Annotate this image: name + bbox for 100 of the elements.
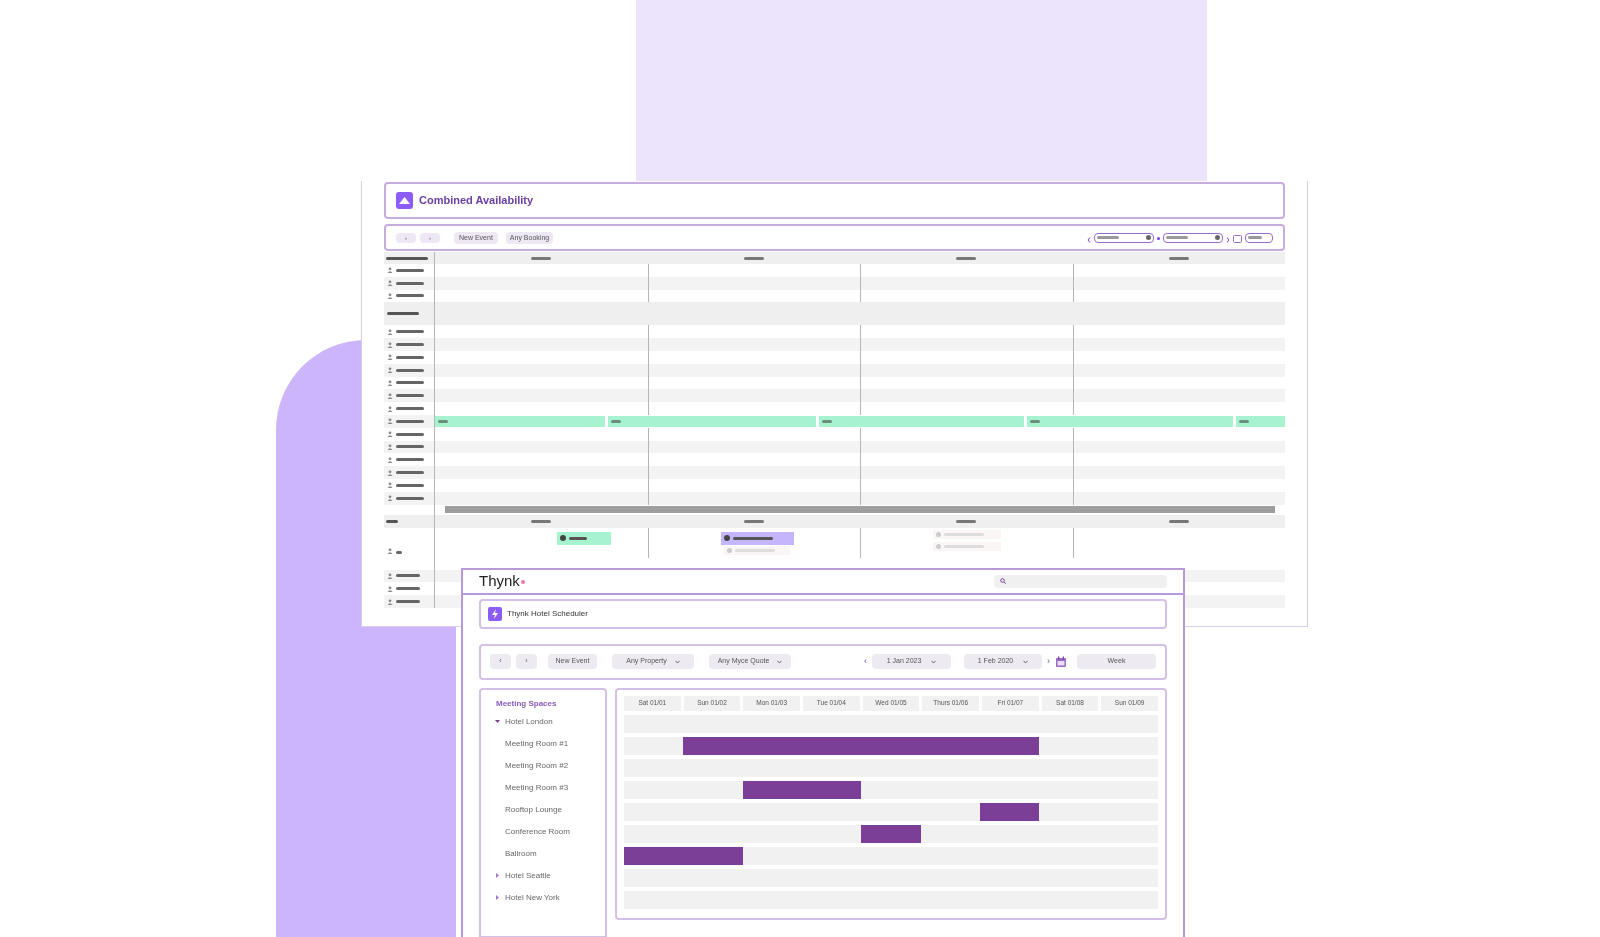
blurred-label <box>396 496 424 500</box>
tree-item[interactable]: Hotel London <box>505 715 553 728</box>
person-icon <box>387 379 393 386</box>
blurred-label <box>396 445 424 449</box>
caret-right-icon[interactable] <box>495 895 500 900</box>
calendar-icon[interactable] <box>1233 233 1242 243</box>
calendar-icon[interactable] <box>1055 655 1067 668</box>
booked-slot[interactable] <box>802 780 862 799</box>
mountain-logo-icon <box>396 192 413 209</box>
previous-button[interactable]: ‹ <box>864 654 867 669</box>
search-icon <box>1000 578 1006 585</box>
person-icon <box>387 418 393 425</box>
booked-slot[interactable] <box>683 846 743 865</box>
tree-item[interactable]: Rooftop Lounge <box>505 803 562 816</box>
chevron-down-icon <box>931 659 937 664</box>
blurred-label <box>396 381 424 385</box>
blurred-label <box>743 519 764 523</box>
blurred-label <box>396 355 424 359</box>
caret-right-icon[interactable] <box>495 873 500 878</box>
blurred-label <box>732 536 773 540</box>
person-icon <box>387 267 393 274</box>
person-icon <box>387 443 393 450</box>
event-chip[interactable] <box>557 531 611 545</box>
blurred-label <box>569 536 587 540</box>
person-icon <box>387 405 393 412</box>
next-button[interactable]: › <box>1047 654 1050 669</box>
blurred-label <box>396 394 424 398</box>
blurred-label <box>396 587 420 591</box>
blurred-label <box>396 343 424 347</box>
tree-item[interactable]: Meeting Room #2 <box>505 759 569 772</box>
tree-item[interactable]: Ballroom <box>505 847 537 860</box>
blurred-label <box>396 483 424 487</box>
tree-item[interactable]: Conference Room <box>505 825 570 838</box>
event-chip[interactable] <box>720 531 794 545</box>
blurred-label <box>396 294 424 298</box>
blurred-label <box>1030 419 1040 423</box>
sidebar-heading: Meeting Spaces <box>495 697 558 710</box>
blurred-label <box>1239 419 1249 423</box>
person-icon <box>387 293 393 299</box>
blurred-label <box>396 432 424 436</box>
person-icon <box>387 431 393 438</box>
booked-slot[interactable] <box>980 802 1040 821</box>
tree-item[interactable]: Meeting Room #3 <box>505 781 569 794</box>
blurred-label <box>531 519 552 523</box>
blurred-label <box>438 419 448 423</box>
person-icon <box>387 598 393 605</box>
blurred-label <box>1166 236 1188 239</box>
app-title: Thynk Hotel Scheduler <box>507 607 588 620</box>
chevron-down-icon <box>674 659 680 664</box>
calendar-icon <box>1215 235 1220 240</box>
blurred-label <box>396 281 424 285</box>
calendar-icon <box>1146 235 1151 240</box>
booked-slot[interactable] <box>624 846 684 865</box>
booked-slot[interactable] <box>742 780 802 799</box>
lightning-logo-icon <box>488 606 502 621</box>
blurred-label <box>531 256 552 260</box>
person-icon <box>387 367 393 374</box>
booked-slot[interactable] <box>683 736 743 755</box>
scrollbar[interactable] <box>445 506 1275 514</box>
person-icon <box>387 456 393 463</box>
search-field[interactable] <box>994 574 1167 588</box>
blurred-label <box>386 519 398 523</box>
window-title: Combined Availability <box>419 193 534 209</box>
chevron-down-icon <box>1023 659 1029 664</box>
person-icon <box>387 572 393 579</box>
booked-slot[interactable] <box>980 736 1040 755</box>
start-date-field[interactable] <box>1094 232 1154 243</box>
blurred-label <box>396 600 420 604</box>
caret-down-icon[interactable] <box>495 719 500 724</box>
blurred-label <box>743 256 764 260</box>
blurred-label <box>822 419 832 423</box>
blurred-label <box>386 256 428 260</box>
end-date-field[interactable] <box>1163 232 1223 243</box>
tree-item[interactable]: Hotel Seattle <box>505 869 551 882</box>
view-select[interactable] <box>1245 232 1273 243</box>
blurred-label <box>1097 236 1119 239</box>
blurred-label <box>396 419 424 423</box>
brand-name: Thynk <box>479 571 520 591</box>
blurred-label <box>396 268 424 272</box>
person-icon <box>387 328 393 335</box>
person-icon <box>387 482 393 489</box>
blurred-label <box>396 330 424 334</box>
blurred-label <box>387 312 419 316</box>
blurred-label <box>396 550 402 554</box>
blurred-label <box>1168 519 1189 523</box>
person-icon <box>387 547 393 554</box>
person-icon <box>387 495 393 502</box>
person-icon <box>387 280 393 287</box>
blurred-label <box>956 256 977 260</box>
blurred-label <box>396 407 424 411</box>
blurred-label <box>1248 236 1262 239</box>
tree-item[interactable]: Meeting Room #1 <box>505 737 569 750</box>
person-icon <box>387 392 393 399</box>
blurred-label <box>396 471 424 475</box>
blurred-label <box>956 519 977 523</box>
tree-item[interactable]: Hotel New York <box>505 891 560 904</box>
chevron-down-icon <box>777 659 783 664</box>
booked-slot[interactable] <box>861 824 921 843</box>
person-icon <box>387 354 393 361</box>
chevron-right-icon <box>1226 236 1230 243</box>
